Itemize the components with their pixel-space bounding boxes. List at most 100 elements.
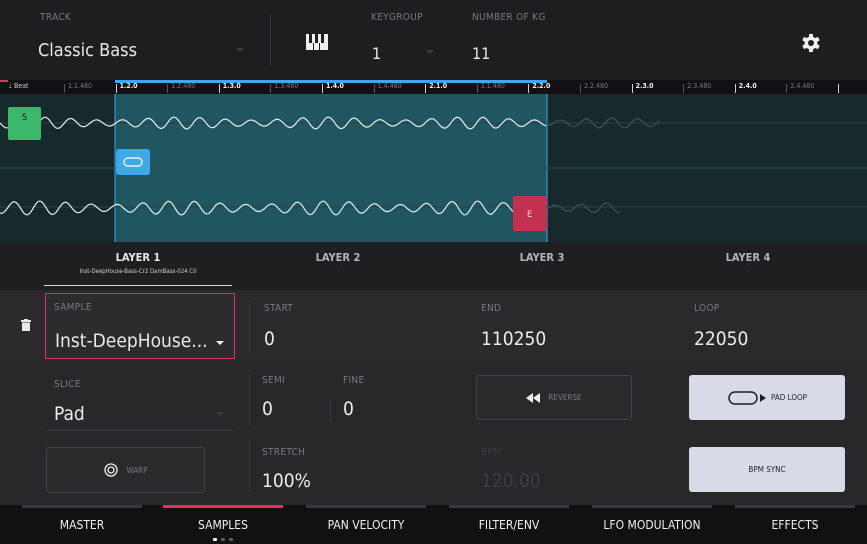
ruler-tick-line	[167, 84, 169, 93]
ruler-tick-label: 2.4.0	[738, 82, 757, 90]
ruler-tick-label: 1.4.0	[326, 82, 344, 90]
sample-dropdown-caret	[216, 341, 224, 345]
ruler-tick-line	[786, 84, 788, 93]
layer-3-title: LAYER 3	[519, 251, 565, 264]
beat-label: ♩ Beat	[9, 82, 29, 90]
ruler-tick-label: 2.2.0	[532, 82, 551, 90]
ruler-tick-label: 1.2.0	[119, 82, 138, 90]
layer-1-title: LAYER 1	[115, 251, 161, 264]
number-of-kg-value[interactable]: 11	[472, 44, 490, 63]
page-dot-active	[213, 538, 217, 541]
waveform-display[interactable]: S E	[0, 94, 867, 242]
timeline-ruler[interactable]: ♩ Beat 1.1.480 1.2.0 1.2.480 1.3.0 1.3.480 1.…	[0, 80, 867, 94]
ruler-tick-line	[838, 84, 839, 93]
ruler-tick-line	[580, 84, 581, 93]
ruler-tick-label: 1.1.480	[68, 82, 93, 90]
layer-3-sample: -	[541, 268, 543, 275]
track-dropdown-caret	[236, 48, 244, 52]
reverse-button[interactable]: REVERSE	[476, 375, 632, 420]
pad-loop-button[interactable]: PAD LOOP	[689, 375, 845, 420]
ruler-tick-line	[373, 84, 375, 93]
rewind-icon	[526, 392, 541, 403]
loop-value[interactable]: 22050	[694, 328, 748, 350]
slice-label: SLICE	[54, 379, 81, 390]
ruler-tick-line	[476, 84, 478, 93]
ruler-tick-line	[631, 84, 633, 93]
end-marker[interactable]: E	[513, 196, 547, 231]
ruler-tick-line	[683, 84, 685, 93]
loop-arrow-icon	[728, 390, 767, 405]
ruler-tick-line	[218, 84, 220, 93]
keygroup-dropdown-caret	[426, 50, 434, 54]
ruler-tick-label: 1.2.480	[171, 82, 196, 90]
keyboard-icon[interactable]	[306, 34, 328, 54]
tab-master[interactable]: MASTER	[22, 505, 142, 544]
gear-icon[interactable]	[801, 33, 821, 57]
warp-button[interactable]: WARP	[46, 447, 205, 493]
start-marker[interactable]: S	[8, 107, 41, 140]
reverse-label: REVERSE	[548, 393, 582, 402]
stretch-label: STRETCH	[262, 447, 306, 458]
pad-loop-label: PAD LOOP	[771, 393, 807, 402]
layer-tab-2[interactable]: LAYER 2 -	[240, 242, 436, 290]
page-dot	[229, 538, 233, 541]
keygroup-select[interactable]: 1	[372, 44, 381, 63]
ruler-tick-label: 2.1.0	[429, 82, 448, 90]
header-divider	[270, 14, 271, 66]
slice-dropdown-caret	[216, 412, 224, 416]
ruler-tick-label: 2.4.480	[790, 82, 815, 90]
ruler-tick-label: 2.3.0	[635, 82, 654, 90]
start-marker-label: S	[22, 113, 28, 123]
number-of-kg-label: NUMBER OF KG	[472, 12, 546, 23]
end-marker-label: E	[527, 210, 533, 220]
header-bar: TRACK Classic Bass KEYGROUP 1 NUMBER OF …	[0, 0, 867, 80]
sample-label: SAMPLE	[54, 302, 92, 313]
bpm-value: 120.00	[481, 470, 541, 492]
loop-icon	[123, 157, 143, 167]
track-label: TRACK	[40, 12, 71, 23]
sample-value: Inst-DeepHouse...	[55, 330, 208, 352]
loop-label: LOOP	[694, 303, 720, 314]
keygroup-label: KEYGROUP	[371, 12, 423, 23]
semi-value[interactable]: 0	[262, 398, 273, 420]
tab-lfo-modulation[interactable]: LFO MODULATION	[592, 505, 712, 544]
bpm-sync-button[interactable]: BPM SYNC	[689, 447, 845, 492]
layer-tabs: LAYER 1 Inst-DeepHouse-Bass-Cr2 DamBass-…	[0, 242, 867, 290]
ruler-tick-line	[64, 84, 65, 93]
tab-effects[interactable]: EFFECTS	[735, 505, 855, 544]
ruler-tick-line	[528, 84, 530, 93]
layer-2-title: LAYER 2	[315, 251, 361, 264]
waveform-bottom-outside	[547, 202, 621, 214]
tab-pan-velocity[interactable]: PAN VELOCITY	[306, 505, 426, 544]
layer-tab-4[interactable]: LAYER 4 -	[650, 242, 846, 290]
start-label: START	[264, 303, 294, 314]
trash-icon[interactable]	[21, 316, 31, 335]
fine-value[interactable]: 0	[343, 398, 354, 420]
layer-1-sample: Inst-DeepHouse-Bass-Cr2 DamBass-024 C0	[79, 268, 197, 275]
sample-field[interactable]: SAMPLE Inst-DeepHouse...	[45, 293, 235, 359]
end-label: END	[481, 303, 502, 314]
ruler-tick-label: 2.1.480	[480, 82, 505, 90]
ruler-tick-label: 1.3.0	[222, 82, 241, 90]
layer-4-title: LAYER 4	[725, 251, 771, 264]
slice-select[interactable]: Pad	[54, 403, 85, 425]
ruler-tick-line	[734, 84, 736, 93]
track-select[interactable]: Classic Bass	[38, 40, 137, 61]
ruler-tick-label: 1.4.480	[377, 82, 402, 90]
warp-label: WARP	[126, 465, 148, 475]
start-value[interactable]: 0	[264, 328, 275, 350]
ruler-tick-label: 2.2.480	[584, 82, 609, 90]
layer-tab-3[interactable]: LAYER 3 -	[444, 242, 640, 290]
ruler-tick-label: 2.3.480	[687, 82, 712, 90]
sample-params-panel: SAMPLE Inst-DeepHouse... START 0 END 110…	[0, 290, 867, 505]
ruler-tick-line	[270, 84, 272, 93]
ruler-tick-line	[322, 84, 323, 93]
page-dot	[221, 538, 225, 541]
tab-filter-env[interactable]: FILTER/ENV	[449, 505, 569, 544]
playhead-marker	[0, 80, 8, 82]
ruler-tick-line	[115, 84, 117, 93]
stretch-value[interactable]: 100%	[262, 470, 311, 492]
end-value[interactable]: 110250	[481, 328, 546, 350]
loop-point-marker[interactable]	[116, 149, 150, 175]
layer-tab-1[interactable]: LAYER 1 Inst-DeepHouse-Bass-Cr2 DamBass-…	[40, 242, 236, 290]
